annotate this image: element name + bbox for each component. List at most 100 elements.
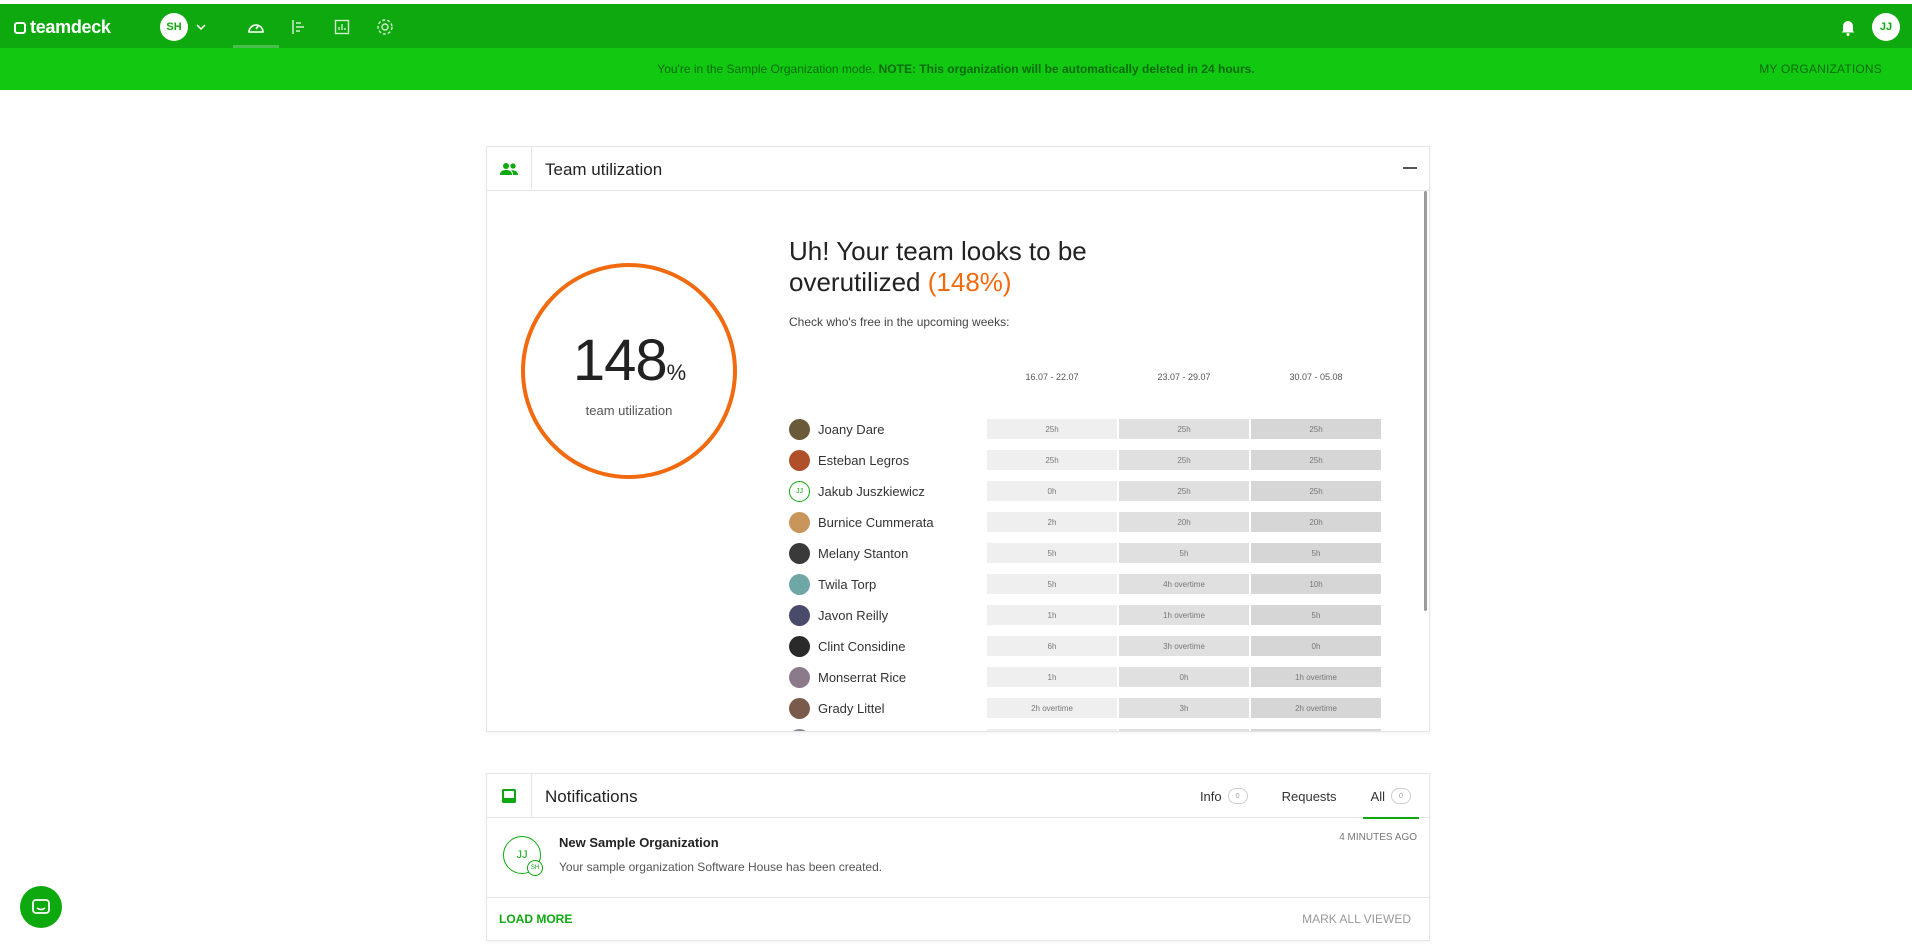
availability-cell[interactable]: 4h overtime xyxy=(1119,574,1249,594)
chat-icon[interactable] xyxy=(20,886,62,928)
availability-cell[interactable]: 1h overtime xyxy=(1119,605,1249,625)
my-organizations-link[interactable]: MY ORGANIZATIONS xyxy=(1759,62,1882,76)
availability-cell[interactable]: 1h overtime xyxy=(987,729,1117,731)
member-name: Esteban Legros xyxy=(818,452,910,468)
mark-all-viewed-button[interactable]: MARK ALL VIEWED xyxy=(1302,912,1411,926)
member-avatar xyxy=(789,697,810,719)
tab-info[interactable]: Info 0 xyxy=(1192,774,1256,818)
availability-cell[interactable]: 5h xyxy=(987,574,1117,594)
availability-cell[interactable]: 10h xyxy=(1251,574,1381,594)
notification-item[interactable]: JJ SH New Sample Organization Your sampl… xyxy=(487,818,1429,898)
availability-cell[interactable]: 20h xyxy=(1119,512,1249,532)
availability-cell[interactable]: 0h xyxy=(1119,667,1249,687)
collapse-icon[interactable] xyxy=(1403,167,1417,169)
team-member-row[interactable]: Monserrat Rice xyxy=(789,666,906,688)
availability-cell[interactable]: 25h xyxy=(987,450,1117,470)
availability-cell[interactable]: 5h xyxy=(1251,543,1381,563)
timeline-icon[interactable] xyxy=(288,16,310,38)
reports-icon[interactable] xyxy=(331,16,353,38)
banner-note: NOTE: This organization will be automati… xyxy=(878,62,1255,76)
availability-cell[interactable]: 0h xyxy=(1251,636,1381,656)
team-member-row[interactable]: Kaleigh Schimmel xyxy=(789,728,922,731)
availability-cell[interactable]: 0h xyxy=(987,481,1117,501)
team-member-row[interactable]: Javon Reilly xyxy=(789,604,888,626)
team-member-row[interactable]: Melany Stanton xyxy=(789,542,908,564)
availability-cell[interactable]: 20h xyxy=(1251,512,1381,532)
member-avatar xyxy=(789,449,810,471)
team-member-row[interactable]: JJ Jakub Juszkiewicz xyxy=(789,480,925,502)
teamdeck-logo[interactable]: teamdeck xyxy=(14,17,111,38)
member-avatar xyxy=(789,418,810,440)
member-avatar: JJ xyxy=(789,480,810,502)
member-avatar xyxy=(789,511,810,533)
member-name: Joany Dare xyxy=(818,421,885,437)
scrollbar[interactable] xyxy=(1424,191,1427,611)
availability-cell[interactable]: 1h xyxy=(987,605,1117,625)
dashboard-icon[interactable] xyxy=(233,16,279,48)
availability-cell[interactable]: 5h xyxy=(1119,543,1249,563)
member-name: Javon Reilly xyxy=(818,607,889,623)
tab-label: Info xyxy=(1199,788,1222,804)
availability-cell[interactable]: 10h overtime xyxy=(1251,729,1381,731)
availability-cell[interactable]: 2h xyxy=(987,512,1117,532)
chevron-down-icon[interactable] xyxy=(196,19,206,33)
user-avatar[interactable]: JJ xyxy=(1872,13,1900,41)
week-header: 16.07 - 22.07 xyxy=(1025,372,1079,382)
availability-cell[interactable]: 25h xyxy=(1251,481,1381,501)
availability-cell[interactable]: 25h xyxy=(1119,450,1249,470)
member-avatar xyxy=(789,728,810,731)
tab-requests[interactable]: Requests xyxy=(1274,774,1345,818)
tab-count: 0 xyxy=(1227,788,1248,804)
member-name: Burnice Cummerata xyxy=(818,514,934,530)
availability-cell[interactable]: 5h xyxy=(1251,605,1381,625)
availability-cell[interactable]: 25h xyxy=(987,419,1117,439)
availability-cell[interactable]: 3h overtime xyxy=(1119,636,1249,656)
availability-cell[interactable]: 25h xyxy=(1119,419,1249,439)
bell-icon[interactable] xyxy=(1840,18,1856,41)
top-navigation-bar: teamdeck SH JJ xyxy=(0,4,1912,48)
availability-cell[interactable]: 2h overtime xyxy=(1251,698,1381,718)
team-member-row[interactable]: Burnice Cummerata xyxy=(789,511,934,533)
availability-cell[interactable]: 1h overtime xyxy=(1251,667,1381,687)
member-name: Jakub Juszkiewicz xyxy=(818,483,925,499)
utilization-number: 148 xyxy=(572,328,668,393)
logo-mark-icon xyxy=(14,21,26,34)
team-member-row[interactable]: Twila Torp xyxy=(789,573,876,595)
card-header: Team utilization xyxy=(487,147,1429,191)
logo-text: teamdeck xyxy=(30,17,111,37)
member-avatar xyxy=(789,666,810,688)
team-member-row[interactable]: Clint Considine xyxy=(789,635,905,657)
availability-cell[interactable]: 25h xyxy=(1251,419,1381,439)
availability-cell[interactable]: 25h xyxy=(1251,450,1381,470)
card-title: Notifications xyxy=(545,787,638,806)
availability-cell[interactable]: 25h xyxy=(1119,481,1249,501)
availability-cell[interactable]: 1h xyxy=(987,667,1117,687)
availability-cell[interactable]: 2h overtime xyxy=(987,698,1117,718)
availability-cell[interactable]: 4h xyxy=(1119,729,1249,731)
member-name: Clint Considine xyxy=(818,638,906,654)
organization-avatar[interactable]: SH xyxy=(160,13,188,41)
week-header: 23.07 - 29.07 xyxy=(1157,372,1211,382)
settings-icon[interactable] xyxy=(374,16,396,38)
member-avatar xyxy=(789,604,810,626)
team-member-row[interactable]: Esteban Legros xyxy=(789,449,909,471)
team-member-row[interactable]: Grady Littel xyxy=(789,697,884,719)
member-name: Monserrat Rice xyxy=(818,669,907,685)
availability-cell[interactable]: 6h xyxy=(987,636,1117,656)
ring-label: team utilization xyxy=(585,403,673,418)
team-member-row[interactable]: Joany Dare xyxy=(789,418,884,440)
sample-mode-banner: You're in the Sample Organization mode. … xyxy=(0,48,1912,90)
load-more-button[interactable]: LOAD MORE xyxy=(499,912,572,926)
member-avatar xyxy=(789,635,810,657)
notifications-card: Notifications Info 0 Requests All 0 JJ S… xyxy=(486,773,1430,941)
notification-title: New Sample Organization xyxy=(559,835,719,850)
member-name: Melany Stanton xyxy=(818,545,909,561)
member-avatar xyxy=(789,542,810,564)
availability-cell[interactable]: 5h xyxy=(987,543,1117,563)
team-utilization-card: Team utilization 148% team utilization U… xyxy=(486,146,1430,732)
availability-cell[interactable]: 3h xyxy=(1119,698,1249,718)
notification-tabs: Info 0 Requests All 0 xyxy=(1192,774,1420,819)
notifications-footer: LOAD MORE MARK ALL VIEWED xyxy=(487,898,1429,940)
utilization-ring: 148% team utilization xyxy=(521,263,737,479)
tab-all[interactable]: All 0 xyxy=(1362,774,1420,819)
